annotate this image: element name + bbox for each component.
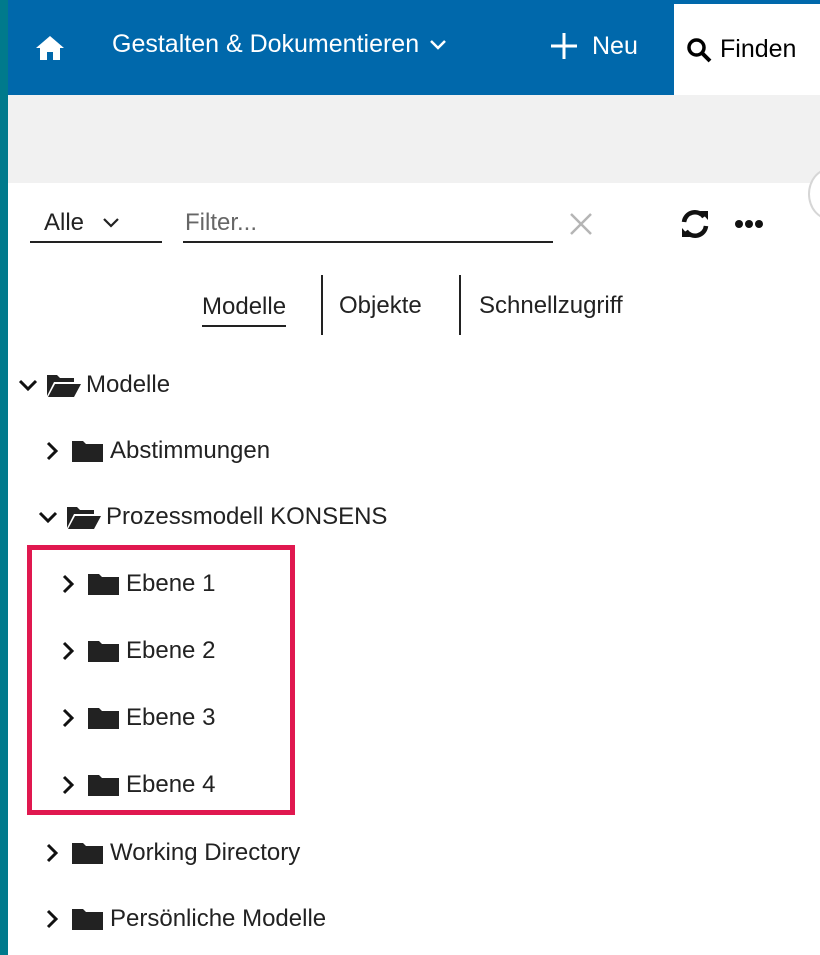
design-document-menu-label: Gestalten & Dokumentieren <box>112 30 420 58</box>
tree-node-persoenliche-modelle[interactable]: Persönliche Modelle <box>42 899 326 939</box>
chevron-down-icon[interactable] <box>18 375 38 395</box>
chevron-down-icon <box>103 218 119 228</box>
top-navigation-bar: Gestalten & Dokumentieren Neu Finden <box>8 0 820 95</box>
tab-modelle-label: Modelle <box>202 293 287 327</box>
new-button[interactable]: Neu <box>548 30 638 62</box>
tab-schnellzugriff[interactable]: Schnellzugriff <box>479 275 623 337</box>
tree-node-abstimmungen[interactable]: Abstimmungen <box>42 431 270 471</box>
plus-icon <box>551 33 577 59</box>
filter-row: Alle <box>8 183 820 258</box>
scope-dropdown[interactable]: Alle <box>30 205 162 243</box>
chevron-down-icon <box>430 39 446 50</box>
chevron-down-icon[interactable] <box>38 507 58 527</box>
highlight-box <box>27 545 295 815</box>
filter-input[interactable] <box>183 208 553 238</box>
tree-node-prozessmodell-konsens[interactable]: Prozessmodell KONSENS <box>38 497 387 537</box>
chevron-right-icon[interactable] <box>42 909 62 929</box>
tab-objekte-label: Objekte <box>339 292 422 319</box>
tab-modelle[interactable]: Modelle <box>202 275 287 337</box>
more-options-icon[interactable] <box>734 219 764 229</box>
tree-node-label: Working Directory <box>110 839 301 866</box>
find-tab-label: Finden <box>720 35 797 63</box>
tree-node-label: Abstimmungen <box>110 437 271 464</box>
folder-open-icon <box>67 507 101 529</box>
folder-icon <box>72 909 103 930</box>
scope-value: Alle <box>44 209 85 236</box>
chevron-right-icon[interactable] <box>42 441 62 461</box>
filter-field[interactable] <box>183 205 553 243</box>
design-document-menu[interactable]: Gestalten & Dokumentieren <box>112 30 447 59</box>
folder-open-icon <box>47 375 81 397</box>
tree-node-modelle[interactable]: Modelle <box>18 365 170 405</box>
tab-objekte[interactable]: Objekte <box>339 275 422 337</box>
tree-node-label: Modelle <box>86 371 171 398</box>
refresh-icon[interactable] <box>678 207 712 241</box>
new-button-label: Neu <box>592 31 638 60</box>
folder-icon <box>72 843 103 864</box>
left-edge-strip <box>0 0 8 955</box>
explorer-panel: Alle Modelle Objekte <box>8 183 820 955</box>
tree-node-label: Prozessmodell KONSENS <box>106 503 388 530</box>
tab-schnellzugriff-label: Schnellzugriff <box>479 292 623 319</box>
home-icon[interactable] <box>34 32 66 64</box>
view-tabs: Modelle Objekte Schnellzugriff <box>8 275 820 337</box>
search-icon <box>687 37 712 62</box>
tree-node-working-directory[interactable]: Working Directory <box>42 833 300 873</box>
find-tab[interactable]: Finden <box>674 4 820 95</box>
close-icon[interactable] <box>566 209 596 239</box>
tree-node-label: Persönliche Modelle <box>110 905 327 932</box>
sub-toolbar <box>8 95 820 183</box>
chevron-right-icon[interactable] <box>42 843 62 863</box>
tab-divider <box>321 275 323 335</box>
tab-divider <box>459 275 461 335</box>
folder-icon <box>72 441 103 462</box>
